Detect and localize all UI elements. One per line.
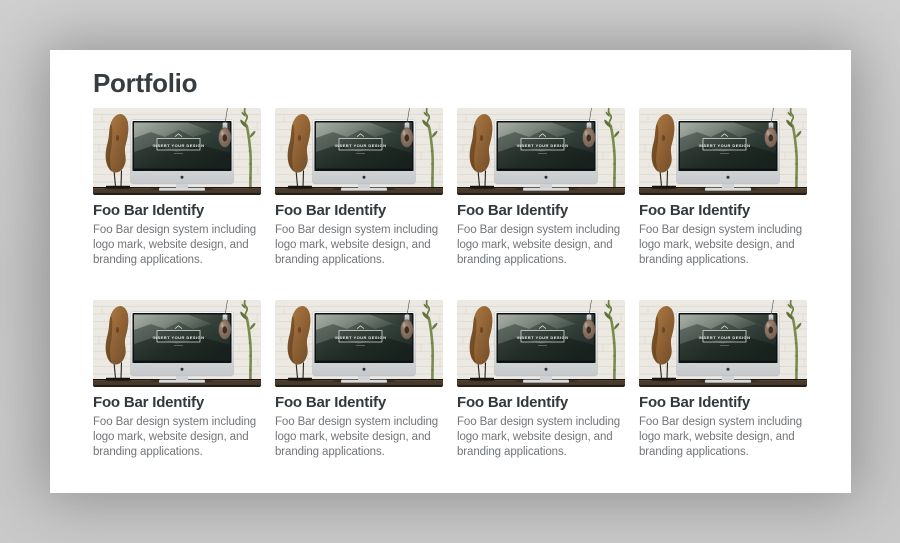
portfolio-item: Foo Bar Identify Foo Bar design system i… bbox=[93, 108, 261, 268]
imac-mockup-image bbox=[639, 108, 807, 195]
page-title: Portfolio bbox=[93, 68, 808, 98]
portfolio-item-description: Foo Bar design system including logo mar… bbox=[93, 415, 261, 460]
portfolio-item-title: Foo Bar Identify bbox=[639, 394, 807, 412]
portfolio-item-description: Foo Bar design system including logo mar… bbox=[275, 415, 443, 460]
portfolio-item: Foo Bar Identify Foo Bar design system i… bbox=[639, 300, 807, 460]
portfolio-item-description: Foo Bar design system including logo mar… bbox=[93, 223, 261, 268]
portfolio-item: Foo Bar Identify Foo Bar design system i… bbox=[639, 108, 807, 268]
portfolio-item-description: Foo Bar design system including logo mar… bbox=[457, 223, 625, 268]
portfolio-item-description: Foo Bar design system including logo mar… bbox=[275, 223, 443, 268]
portfolio-item-title: Foo Bar Identify bbox=[275, 394, 443, 412]
imac-mockup-image bbox=[457, 300, 625, 387]
imac-mockup-image bbox=[639, 300, 807, 387]
portfolio-card: Portfolio Foo Bar Identify Foo Bar desig… bbox=[50, 50, 851, 493]
imac-mockup-image bbox=[275, 300, 443, 387]
portfolio-thumbnail[interactable] bbox=[275, 300, 443, 387]
portfolio-thumbnail[interactable] bbox=[275, 108, 443, 195]
portfolio-item-description: Foo Bar design system including logo mar… bbox=[457, 415, 625, 460]
portfolio-thumbnail[interactable] bbox=[457, 300, 625, 387]
imac-mockup-image bbox=[457, 108, 625, 195]
portfolio-thumbnail[interactable] bbox=[93, 300, 261, 387]
portfolio-thumbnail[interactable] bbox=[93, 108, 261, 195]
portfolio-item-description: Foo Bar design system including logo mar… bbox=[639, 415, 807, 460]
portfolio-item-title: Foo Bar Identify bbox=[457, 202, 625, 220]
imac-mockup-image bbox=[275, 108, 443, 195]
portfolio-item: Foo Bar Identify Foo Bar design system i… bbox=[275, 108, 443, 268]
portfolio-item-description: Foo Bar design system including logo mar… bbox=[639, 223, 807, 268]
page-background: Portfolio Foo Bar Identify Foo Bar desig… bbox=[0, 0, 900, 543]
portfolio-item-title: Foo Bar Identify bbox=[93, 202, 261, 220]
portfolio-item-title: Foo Bar Identify bbox=[457, 394, 625, 412]
portfolio-item: Foo Bar Identify Foo Bar design system i… bbox=[93, 300, 261, 460]
portfolio-item: Foo Bar Identify Foo Bar design system i… bbox=[275, 300, 443, 460]
portfolio-item-title: Foo Bar Identify bbox=[93, 394, 261, 412]
portfolio-item-title: Foo Bar Identify bbox=[275, 202, 443, 220]
imac-mockup-image bbox=[93, 300, 261, 387]
portfolio-item: Foo Bar Identify Foo Bar design system i… bbox=[457, 108, 625, 268]
portfolio-thumbnail[interactable] bbox=[639, 300, 807, 387]
portfolio-thumbnail[interactable] bbox=[457, 108, 625, 195]
portfolio-item-title: Foo Bar Identify bbox=[639, 202, 807, 220]
portfolio-thumbnail[interactable] bbox=[639, 108, 807, 195]
portfolio-item: Foo Bar Identify Foo Bar design system i… bbox=[457, 300, 625, 460]
imac-mockup-image bbox=[93, 108, 261, 195]
portfolio-grid: Foo Bar Identify Foo Bar design system i… bbox=[93, 108, 808, 460]
